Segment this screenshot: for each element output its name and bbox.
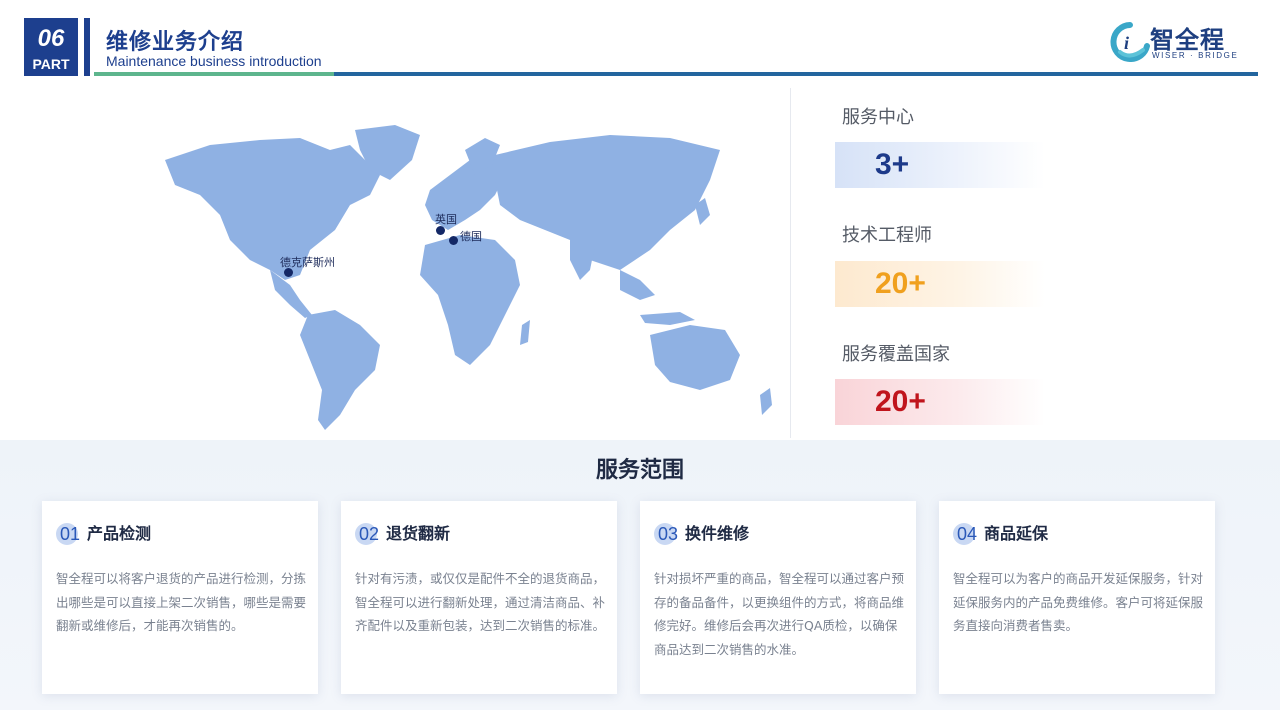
card-number: 02 bbox=[359, 524, 380, 544]
part-badge: 06 PART bbox=[24, 18, 78, 76]
stat-value-engineers: 20+ bbox=[875, 267, 926, 300]
slide: 06 PART 维修业务介绍 Maintenance business intr… bbox=[0, 0, 1280, 720]
card-title: 退货翻新 bbox=[386, 524, 451, 543]
stat-box-service-centers: 3+ bbox=[835, 142, 1045, 188]
map-marker-texas bbox=[284, 268, 293, 277]
map-marker-germany bbox=[449, 236, 458, 245]
svg-text:i: i bbox=[1124, 33, 1129, 53]
page-title: 维修业务介绍 bbox=[106, 30, 245, 55]
logo-text: 智全程 bbox=[1150, 26, 1225, 54]
map-marker-uk bbox=[436, 226, 445, 235]
stat-box-countries: 20+ bbox=[835, 379, 1045, 425]
services-title: 服务范围 bbox=[595, 458, 684, 483]
part-label: PART bbox=[32, 56, 70, 72]
world-map-graphic bbox=[165, 125, 772, 430]
card-description: 针对有污渍，或仅仅是配件不全的退货商品，智全程可以进行翻新处理，通过清洁商品、补… bbox=[355, 571, 606, 633]
stat-label-service-centers: 服务中心 bbox=[842, 107, 914, 128]
company-logo: i 智全程 WISER · BRIDGE bbox=[1110, 20, 1250, 64]
card-title: 商品延保 bbox=[984, 524, 1049, 543]
header-divider-blue bbox=[334, 72, 1258, 76]
card-number: 03 bbox=[658, 524, 679, 544]
title-accent-bar bbox=[84, 18, 90, 76]
card-title: 换件维修 bbox=[685, 524, 750, 543]
stat-value-countries: 20+ bbox=[875, 385, 926, 418]
part-number: 06 bbox=[37, 25, 65, 52]
stat-value-service-centers: 3+ bbox=[875, 148, 910, 181]
stat-label-engineers: 技术工程师 bbox=[842, 225, 932, 246]
map-label-germany: 德国 bbox=[460, 230, 482, 243]
service-card-refurbish: 02 退货翻新 针对有污渍，或仅仅是配件不全的退货商品，智全程可以进行翻新处理，… bbox=[341, 501, 617, 694]
card-number: 04 bbox=[957, 524, 978, 544]
logo-mark-icon: i bbox=[1110, 22, 1150, 62]
page-subtitle: Maintenance business introduction bbox=[106, 53, 322, 69]
card-number: 01 bbox=[60, 524, 81, 544]
header-divider-green bbox=[94, 72, 334, 76]
card-title: 产品检测 bbox=[87, 524, 152, 543]
service-card-warranty: 04 商品延保 智全程可以为客户的商品开发延保服务，针对延保服务内的产品免费维修… bbox=[939, 501, 1215, 694]
card-description: 智全程可以为客户的商品开发延保服务，针对延保服务内的产品免费维修。客户可将延保服… bbox=[953, 571, 1204, 633]
stat-label-countries: 服务覆盖国家 bbox=[842, 344, 950, 365]
service-card-repair: 03 换件维修 针对损坏严重的商品，智全程可以通过客户预存的备品备件，以更换组件… bbox=[640, 501, 916, 694]
map-label-uk: 英国 bbox=[435, 213, 457, 226]
logo-tagline: WISER · BRIDGE bbox=[1152, 51, 1239, 60]
service-card-inspection: 01 产品检测 智全程可以将客户退货的产品进行检测，分拣出哪些是可以直接上架二次… bbox=[42, 501, 318, 694]
vertical-divider bbox=[790, 88, 791, 438]
card-description: 针对损坏严重的商品，智全程可以通过客户预存的备品备件，以更换组件的方式，将商品维… bbox=[654, 571, 905, 657]
stat-box-engineers: 20+ bbox=[835, 261, 1045, 307]
card-description: 智全程可以将客户退货的产品进行检测，分拣出哪些是可以直接上架二次销售，哪些是需要… bbox=[56, 571, 307, 633]
world-map: 英国 德国 德克萨斯州 bbox=[150, 120, 790, 440]
